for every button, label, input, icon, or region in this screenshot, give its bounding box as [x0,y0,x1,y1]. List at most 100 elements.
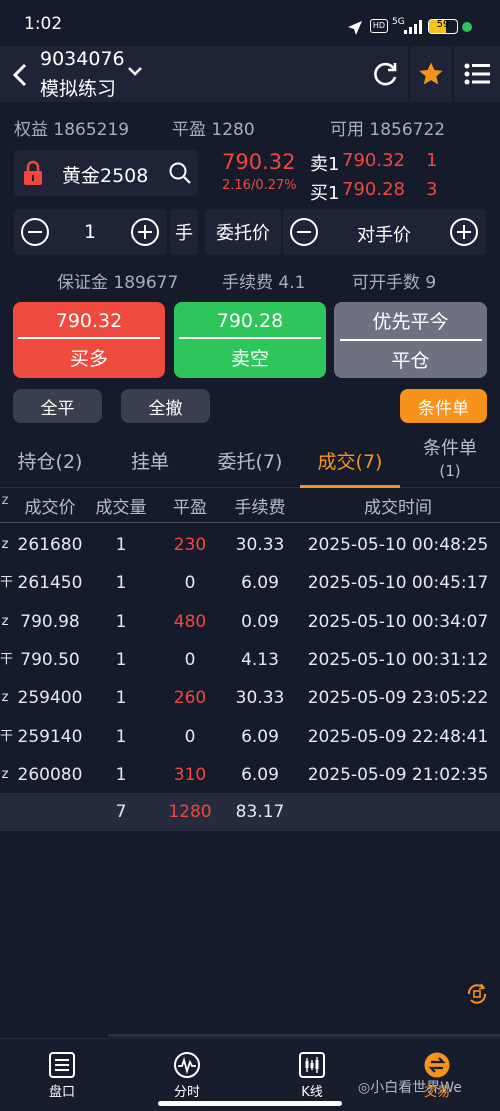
candlestick-icon [299,1052,325,1078]
trade-price: 261680 [17,535,83,555]
totals-row: 7 1280 83.17 [0,793,500,831]
star-icon[interactable] [417,60,445,88]
tab-bar: 持仓(2) 挂单 委托(7) 成交(7) 条件单 (1) [0,432,500,488]
bottom-nav: 盘口 分时 K线 交易 ◎小白看世界We [0,1038,500,1111]
trade-fee: 6.09 [241,573,279,594]
price-change: 2.16/0.27% [222,178,297,193]
available-value: 1856722 [369,120,446,140]
trade-fee: 0.09 [241,611,279,632]
trade-fee: 4.13 [241,649,279,670]
table-row[interactable]: z 261680 1 230 30.33 2025-05-10 00:48:25 [0,526,500,564]
pulse-icon [174,1052,200,1078]
equity-label: 权益 [14,120,48,140]
cancel-all-button[interactable]: 全撤 [121,389,210,423]
trade-price: 259140 [17,726,83,747]
bid-price: 790.28 [342,179,405,200]
row-side-marker: z [1,766,9,782]
price-type-value[interactable]: 对手价 [357,221,411,247]
ask-label: 卖1 [310,154,340,175]
header-divider [0,522,500,523]
header: 9034076 模拟练习 [0,46,500,102]
plus-icon[interactable] [130,217,160,247]
trade-fee: 6.09 [241,726,279,747]
conditional-order-button[interactable]: 条件单 [400,389,487,423]
refresh-icon[interactable] [370,59,400,89]
row-side-marker: z [1,690,9,706]
nav-kline-label: K线 [301,1085,323,1100]
tab-conditional[interactable]: 条件单 (1) [400,432,500,488]
trade-qty: 1 [115,764,127,785]
available-label: 可用 [330,120,364,140]
trade-pnl: 480 [173,611,207,632]
close-all-button[interactable]: 全平 [13,389,102,423]
signal-icon [404,20,422,34]
trade-time: 2025-05-09 21:02:35 [307,764,489,785]
flip-orientation-icon[interactable] [463,980,491,1008]
swap-icon [424,1052,450,1078]
close-position-button[interactable]: 优先平今 平仓 [334,302,487,378]
nav-timeshare-label: 分时 [173,1085,200,1100]
tab-trades[interactable]: 成交(7) [300,432,400,488]
sell-short-button[interactable]: 790.28 卖空 [174,302,326,378]
trade-price: 790.98 [20,611,80,632]
trade-qty: 1 [115,573,127,594]
fee-value: 4.1 [278,273,306,293]
table-row[interactable]: z 790.98 1 480 0.09 2025-05-10 00:34:07 [0,603,500,641]
tab-orders[interactable]: 委托(7) [200,432,300,488]
quantity-value[interactable]: 1 [84,221,96,243]
battery-icon: 59 [428,19,458,34]
pnl-value: 1280 [211,120,255,140]
status-bar: 1:02 HD 5G 59 [0,0,500,46]
back-icon[interactable] [10,62,30,88]
account-switcher[interactable]: 9034076 模拟练习 [0,46,408,102]
menu-icon[interactable] [464,63,490,85]
home-indicator[interactable] [158,1101,342,1106]
table-row[interactable]: z 259400 1 260 30.33 2025-05-09 23:05:22 [0,679,500,717]
account-number: 9034076 [40,48,125,70]
trade-pnl: 0 [184,649,196,670]
lock-icon [24,160,42,185]
recording-dot [462,22,472,32]
watermark-text: 小白看世界We [370,1080,462,1096]
buy-long-button[interactable]: 790.32 买多 [13,302,165,378]
row-side-marker: 干 [0,651,14,667]
trade-pnl: 310 [173,764,207,785]
chevron-down-icon[interactable] [128,66,142,76]
scroll-track [108,1034,500,1037]
trade-time: 2025-05-09 22:48:41 [307,726,489,747]
minus-icon[interactable] [20,217,50,247]
trade-time: 2025-05-09 23:05:22 [307,688,489,709]
margin-label: 保证金 [57,273,108,293]
tab-pending[interactable]: 挂单 [100,432,200,488]
trade-pnl: 0 [184,726,196,747]
trade-time: 2025-05-10 00:31:12 [307,649,489,670]
search-icon[interactable] [168,161,192,185]
trade-qty: 1 [115,535,127,555]
price-plus-icon[interactable] [449,217,479,247]
location-icon [348,21,362,35]
fee-label: 手续费 [222,273,273,293]
trade-fee: 6.09 [241,764,279,785]
openable-value: 9 [425,273,437,293]
menu-button[interactable] [454,46,500,102]
ask-price: 790.32 [342,150,405,171]
price-stepper: 对手价 [283,209,486,255]
trade-fee: 30.33 [235,688,285,709]
nav-trade[interactable]: 交易 [387,1039,487,1111]
tab-positions[interactable]: 持仓(2) [0,432,100,488]
table-row[interactable]: 干 790.50 1 0 4.13 2025-05-10 00:31:12 [0,641,500,679]
close-label: 平仓 [391,350,430,372]
table-row[interactable]: z 260080 1 310 6.09 2025-05-09 21:02:35 [0,756,500,794]
table-row[interactable]: 干 259140 1 0 6.09 2025-05-09 22:48:41 [0,718,500,756]
total-qty: 7 [115,802,127,822]
price-type-label: 委托价 [205,209,281,255]
trade-qty: 1 [115,688,127,709]
nav-quotes[interactable]: 盘口 [12,1039,112,1111]
total-fee: 83.17 [235,802,285,822]
order-book: 卖1 790.32 1 买1 790.28 3 [310,150,490,204]
favorite-button[interactable] [410,46,452,102]
instrument-selector[interactable]: 黄金2508 [14,150,198,196]
row-side-marker: 干 [0,728,14,744]
price-minus-icon[interactable] [289,217,319,247]
table-row[interactable]: 干 261450 1 0 6.09 2025-05-10 00:45:17 [0,564,500,602]
